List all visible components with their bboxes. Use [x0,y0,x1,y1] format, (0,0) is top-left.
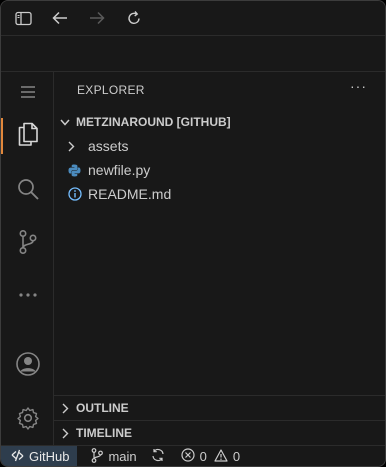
chevron-down-icon [54,119,76,126]
remote-label: GitHub [29,449,70,464]
search-icon[interactable] [1,169,54,209]
sync-icon [151,448,165,465]
outline-section-header[interactable]: OUTLINE [54,395,385,420]
menu-icon[interactable] [1,72,54,112]
source-control-icon[interactable] [1,222,54,262]
tree-item-label: README.md [88,186,172,202]
info-icon [68,187,88,201]
files-icon[interactable] [1,114,54,154]
account-icon[interactable] [1,344,54,384]
tree-item-readme[interactable]: README.md [54,183,385,205]
editor-tabs-strip [1,35,385,72]
error-count: 0 [199,449,207,464]
chevron-right-icon [54,428,76,439]
warning-count: 0 [232,449,241,464]
status-bar: GitHub main 0 0 [1,445,385,466]
remote-icon [11,449,24,465]
sidebar-toggle-icon[interactable] [14,9,32,27]
more-actions-icon[interactable]: ··· [350,78,367,94]
activity-bar [1,72,54,445]
repo-section-header[interactable]: METZINAROUND [GITHUB] [54,111,385,133]
tree-item-newfile[interactable]: newfile.py [54,159,385,181]
problems-indicator[interactable]: 0 0 [181,448,240,465]
refresh-icon[interactable] [125,9,143,27]
explorer-sidebar: EXPLORER ··· METZINAROUND [GITHUB] asset… [54,72,385,445]
chevron-right-icon [68,141,88,152]
error-icon [181,448,195,465]
tree-item-assets[interactable]: assets [54,135,385,157]
sync-button[interactable] [151,448,165,465]
git-branch-icon [91,447,104,466]
branch-indicator[interactable]: main [91,447,137,466]
branch-label: main [108,449,137,464]
warning-icon [214,448,228,465]
outline-title: OUTLINE [76,401,129,415]
title-bar [1,1,385,35]
repo-title: METZINAROUND [GITHUB] [76,115,231,129]
settings-icon[interactable] [1,398,54,438]
vscode-window: EXPLORER ··· METZINAROUND [GITHUB] asset… [0,0,386,467]
timeline-title: TIMELINE [76,426,132,440]
arrow-left-icon[interactable] [51,9,69,27]
arrow-right-icon[interactable] [88,9,106,27]
timeline-section-header[interactable]: TIMELINE [54,420,385,445]
python-icon [68,164,88,177]
remote-indicator[interactable]: GitHub [1,445,78,466]
tree-item-label: newfile.py [88,162,151,178]
explorer-title: EXPLORER [77,83,145,97]
tree-item-label: assets [88,138,129,154]
chevron-right-icon [54,403,76,414]
more-icon[interactable] [1,275,54,315]
